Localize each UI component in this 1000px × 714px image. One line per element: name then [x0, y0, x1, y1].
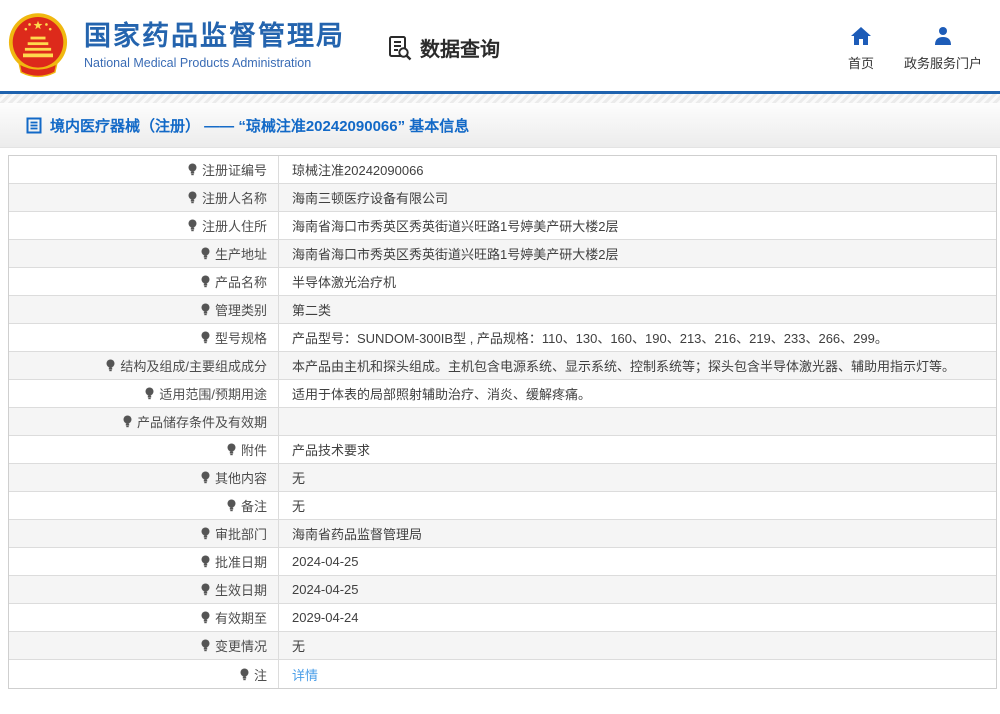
bulb-icon [187, 219, 198, 232]
site-subtitle: National Medical Products Administration [84, 56, 312, 71]
row-label: 备注 [240, 499, 267, 514]
table-row: 注册人住所 海南省海口市秀英区秀英街道兴旺路1号婷美产研大楼2层 [9, 212, 996, 240]
row-value: 半导体激光治疗机 [292, 275, 397, 290]
row-value: 海南省药品监督管理局 [292, 527, 423, 542]
brand-block: 国家药品监督管理局 National Medical Products Admi… [84, 21, 345, 70]
bulb-icon [200, 611, 211, 624]
row-value: 无 [292, 499, 306, 514]
row-label: 产品名称 [214, 275, 267, 290]
row-label: 审批部门 [214, 527, 267, 542]
nav-gov-portal[interactable]: 政务服务门户 [904, 26, 982, 72]
header: 国家药品监督管理局 National Medical Products Admi… [0, 0, 1000, 94]
data-query-label: 数据查询 [420, 39, 500, 61]
row-value: 2029-04-24 [292, 610, 359, 625]
bulb-icon [144, 387, 155, 400]
table-row: 适用范围/预期用途 适用于体表的局部照射辅助治疗、消炎、缓解疼痛。 [9, 380, 996, 408]
row-label: 注册人住所 [201, 219, 267, 234]
bulb-icon [200, 583, 211, 596]
bulb-icon [187, 163, 198, 176]
table-row: 有效期至 2029-04-24 [9, 604, 996, 632]
table-row: 生产地址 海南省海口市秀英区秀英街道兴旺路1号婷美产研大楼2层 [9, 240, 996, 268]
row-value: 适用于体表的局部照射辅助治疗、消炎、缓解疼痛。 [292, 387, 592, 402]
table-row: 产品储存条件及有效期 [9, 408, 996, 436]
table-row: 结构及组成/主要组成成分 本产品由主机和探头组成。主机包含电源系统、显示系统、控… [9, 352, 996, 380]
table-row: 注册人名称 海南三顿医疗设备有限公司 [9, 184, 996, 212]
nav-gov-portal-label: 政务服务门户 [903, 56, 982, 71]
bulb-icon [187, 191, 198, 204]
info-table: 注册证编号 琼械注准20242090066 注册人名称 海南三顿医疗设备有限公司 [8, 155, 997, 689]
row-value: 第二类 [292, 303, 332, 318]
bulb-icon [200, 527, 211, 540]
row-label: 生产地址 [214, 247, 267, 262]
row-value: 本产品由主机和探头组成。主机包含电源系统、显示系统、控制系统等；探头包含半导体激… [292, 359, 956, 374]
document-list-icon [26, 117, 42, 133]
home-icon [850, 27, 871, 45]
document-search-icon [389, 35, 412, 60]
nav-home-label: 首页 [847, 56, 874, 71]
row-value: 2024-04-25 [292, 554, 359, 569]
row-label: 有效期至 [214, 611, 267, 626]
table-row: 产品名称 半导体激光治疗机 [9, 268, 996, 296]
table-row: 审批部门 海南省药品监督管理局 [9, 520, 996, 548]
row-label: 附件 [240, 443, 267, 458]
bulb-icon [200, 303, 211, 316]
row-label: 生效日期 [214, 583, 267, 598]
row-label: 注 [253, 667, 267, 683]
bulb-icon [122, 415, 133, 428]
row-label: 注册证编号 [201, 163, 267, 178]
table-row: 其他内容 无 [9, 464, 996, 492]
bulb-icon [200, 247, 211, 260]
bulb-icon [200, 639, 211, 652]
table-row: 注册证编号 琼械注准20242090066 [9, 156, 996, 184]
row-label: 适用范围/预期用途 [159, 387, 267, 402]
row-label: 型号规格 [214, 331, 267, 346]
table-row: 备注 无 [9, 492, 996, 520]
row-label: 结构及组成/主要组成成分 [120, 359, 267, 374]
breadcrumb: 境内医疗器械（注册） —— “琼械注准20242090066” 基本信息 [0, 103, 1000, 148]
bulb-icon [226, 443, 237, 456]
site-title: 国家药品监督管理局 [84, 20, 345, 51]
row-label: 管理类别 [214, 303, 267, 318]
row-value: 琼械注准20242090066 [292, 163, 424, 178]
user-icon [934, 27, 951, 45]
stripe-divider [0, 94, 1000, 103]
table-row: 批准日期 2024-04-25 [9, 548, 996, 576]
table-row: 注 详情 [9, 660, 996, 688]
row-label: 变更情况 [214, 639, 267, 654]
bulb-icon [105, 359, 116, 372]
row-value: 无 [292, 471, 306, 486]
row-label: 批准日期 [214, 555, 267, 570]
bulb-icon [200, 555, 211, 568]
row-value [279, 408, 996, 435]
bulb-icon [226, 499, 237, 512]
row-value: 海南三顿医疗设备有限公司 [292, 191, 449, 206]
table-row: 变更情况 无 [9, 632, 996, 660]
data-query-tab[interactable]: 数据查询 [387, 33, 500, 62]
row-value: 海南省海口市秀英区秀英街道兴旺路1号婷美产研大楼2层 [292, 219, 619, 234]
row-value: 产品技术要求 [292, 443, 371, 458]
nav-home[interactable]: 首页 [848, 26, 874, 72]
table-row: 管理类别 第二类 [9, 296, 996, 324]
row-value: 无 [292, 639, 306, 654]
row-value: 2024-04-25 [292, 582, 359, 597]
detail-link[interactable]: 详情 [292, 665, 318, 684]
bulb-icon [200, 331, 211, 344]
bulb-icon [239, 668, 250, 681]
row-label: 产品储存条件及有效期 [136, 415, 267, 430]
table-row: 生效日期 2024-04-25 [9, 576, 996, 604]
page-title: 境内医疗器械（注册） —— “琼械注准20242090066” 基本信息 [50, 117, 470, 135]
national-emblem-logo [8, 12, 68, 77]
row-value: 产品型号：SUNDOM-300IB型 , 产品规格：110、130、160、19… [292, 331, 888, 346]
table-row: 型号规格 产品型号：SUNDOM-300IB型 , 产品规格：110、130、1… [9, 324, 996, 352]
row-label: 注册人名称 [201, 191, 267, 206]
table-row: 附件 产品技术要求 [9, 436, 996, 464]
header-nav: 首页 政务服务门户 [848, 26, 982, 72]
row-value: 详情 [279, 660, 996, 688]
bulb-icon [200, 471, 211, 484]
bulb-icon [200, 275, 211, 288]
row-label: 其他内容 [214, 471, 267, 486]
row-value: 海南省海口市秀英区秀英街道兴旺路1号婷美产研大楼2层 [292, 247, 619, 262]
